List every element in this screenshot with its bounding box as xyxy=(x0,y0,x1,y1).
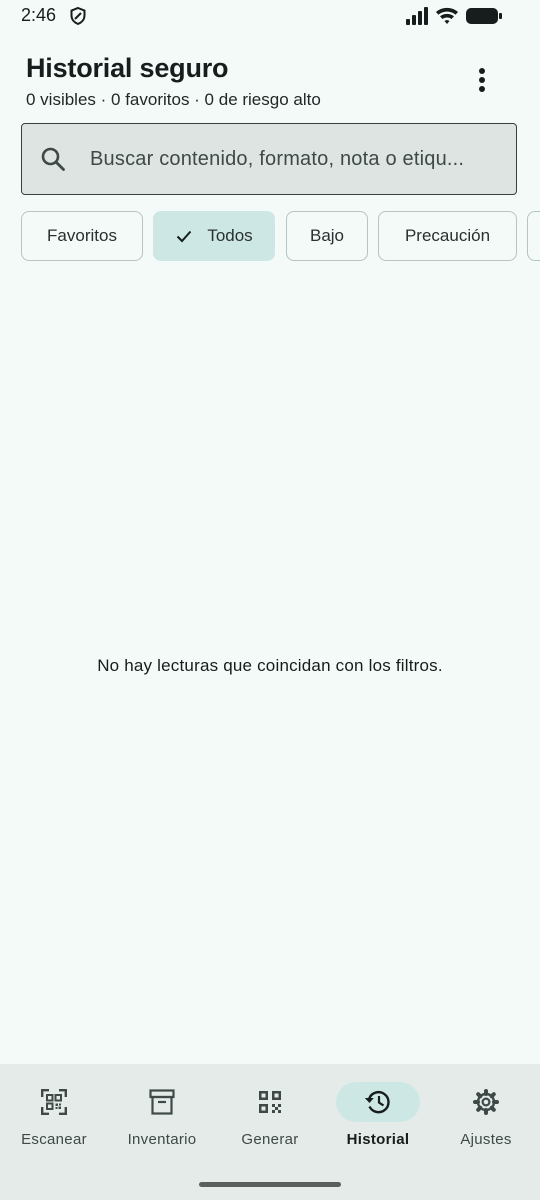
status-icons xyxy=(406,7,502,25)
qr-scan-icon xyxy=(12,1082,96,1122)
filter-chip-favoritos[interactable]: Favoritos xyxy=(21,211,143,261)
bottom-navigation: Escanear Inventario Generar Historial Aj… xyxy=(0,1064,540,1200)
search-field[interactable] xyxy=(21,123,517,195)
page-title: Historial seguro xyxy=(26,53,229,83)
filter-chip-bajo[interactable]: Bajo xyxy=(286,211,368,261)
more-vert-icon xyxy=(479,68,485,92)
summary-counts: 0 visibles · 0 favoritos · 0 de riesgo a… xyxy=(26,90,321,109)
filter-chip-precaucion[interactable]: Precaución xyxy=(378,211,517,261)
app-header: Historial seguro 0 visibles · 0 favorito… xyxy=(26,50,466,112)
qr-code-icon xyxy=(228,1082,312,1122)
archive-box-icon xyxy=(120,1082,204,1122)
battery-icon xyxy=(466,8,502,24)
search-input[interactable] xyxy=(90,147,498,171)
status-bar: 2:46 xyxy=(0,0,540,32)
signal-icon xyxy=(406,7,428,25)
nav-item-escanear[interactable]: Escanear xyxy=(0,1064,108,1164)
status-time: 2:46 xyxy=(21,5,57,25)
filter-chip-row: Favoritos Todos Bajo Precaución xyxy=(21,211,540,263)
wifi-icon xyxy=(436,7,458,24)
settings-gear-icon xyxy=(444,1082,528,1122)
search-icon xyxy=(38,144,68,174)
nav-label: Ajustes xyxy=(460,1131,512,1148)
nav-item-historial[interactable]: Historial xyxy=(324,1064,432,1164)
empty-state-message: No hay lecturas que coincidan con los fi… xyxy=(97,656,443,675)
chip-label: Favoritos xyxy=(47,226,117,245)
nav-label: Historial xyxy=(346,1131,410,1148)
nav-label: Escanear xyxy=(21,1131,87,1148)
nav-item-generar[interactable]: Generar xyxy=(216,1064,324,1164)
filter-chip-more[interactable] xyxy=(527,211,540,261)
chip-label: Bajo xyxy=(309,226,345,245)
home-indicator[interactable] xyxy=(199,1182,341,1187)
check-icon xyxy=(175,227,193,245)
chip-label: Precaución xyxy=(404,226,491,245)
nav-label: Generar xyxy=(241,1131,299,1148)
nav-item-ajustes[interactable]: Ajustes xyxy=(432,1064,540,1164)
chip-label: Todos xyxy=(207,226,253,245)
nav-item-inventario[interactable]: Inventario xyxy=(108,1064,216,1164)
nav-label: Inventario xyxy=(127,1131,197,1148)
history-icon xyxy=(336,1082,420,1122)
more-options-button[interactable] xyxy=(462,60,502,100)
shield-icon xyxy=(70,6,86,26)
filter-chip-todos[interactable]: Todos xyxy=(153,211,275,261)
